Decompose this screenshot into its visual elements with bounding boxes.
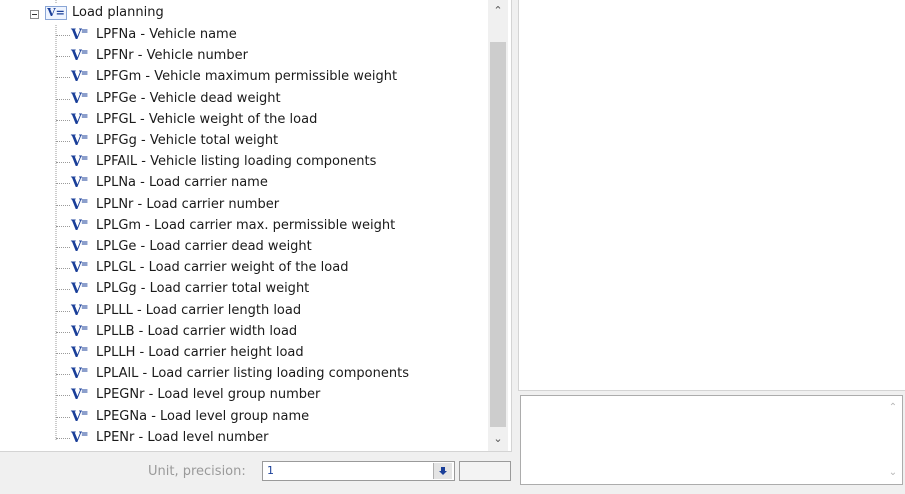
variable-icon: V=: [71, 387, 89, 404]
tree-item[interactable]: V= LPFGg - Vehicle total weight: [0, 131, 480, 152]
tree-item[interactable]: V= LPLGg - Load carrier total weight: [0, 279, 480, 300]
tree-connector: [56, 437, 70, 439]
tree-item-label: LPLNr - Load carrier number: [96, 196, 280, 212]
tree-item[interactable]: V= LPFNr - Vehicle number: [0, 46, 480, 67]
tree-item-label: LPFGe - Vehicle dead weight: [96, 90, 281, 106]
scroll-up-icon[interactable]: ⌃: [884, 402, 902, 413]
tree-item[interactable]: V= LPLNr - Load carrier number: [0, 195, 480, 216]
tree-connector: [56, 204, 70, 206]
variable-icon: V=: [71, 196, 89, 213]
variable-tree: V= Load planning V= LPFNa - Vehicle name V…: [0, 0, 512, 452]
tree-item-label: LPLLL - Load carrier length load: [96, 302, 302, 318]
variable-icon: V=: [71, 69, 89, 86]
tree-connector: [56, 141, 70, 142]
tree-root-label[interactable]: Load planning: [72, 5, 164, 20]
tree-connector: [56, 268, 70, 270]
variable-icon: V=: [71, 239, 89, 255]
variable-icon: V=: [71, 133, 89, 149]
tree-item-label: LPLGm - Load carrier max. permissible we…: [96, 217, 396, 233]
tree-connector: [56, 162, 70, 164]
tree-connector: [56, 289, 70, 291]
tree-item-label: LPLGL - Load carrier weight of the load: [96, 260, 349, 276]
variable-icon: V=: [71, 27, 89, 43]
tree-item-label: LPFGg - Vehicle total weight: [96, 133, 279, 148]
tree-item-label: LPEGNa - Load level group name: [96, 408, 310, 424]
tree-item[interactable]: V= LPLLH - Load carrier height load: [0, 343, 480, 364]
variable-icon: V=: [71, 302, 89, 319]
unit-select[interactable]: 1: [262, 461, 455, 481]
tree-item[interactable]: V= LPFGe - Vehicle dead weight: [0, 89, 480, 110]
variable-icon: V=: [71, 429, 89, 446]
tree-item-label: LPENr - Load level number: [96, 429, 269, 445]
tree-connector: [56, 77, 70, 79]
tree-connector: [56, 119, 70, 121]
tree-item[interactable]: V= LPEGNr - Load level group number: [0, 385, 480, 406]
dropdown-arrow-icon[interactable]: [433, 463, 452, 479]
tree-connector: [56, 56, 70, 58]
tree-item[interactable]: V= LPFGm - Vehicle maximum permissible we…: [0, 67, 480, 88]
tree-item[interactable]: V= LPLLL - Load carrier length load: [0, 301, 480, 322]
collapse-toggle[interactable]: [30, 10, 39, 19]
tree-item-label: LPLGg - Load carrier total weight: [96, 281, 310, 297]
variable-icon: V=: [71, 281, 89, 298]
variable-icon: V=: [71, 345, 89, 361]
variable-icon: V=: [71, 217, 89, 234]
variable-icon: V=: [71, 90, 89, 107]
tree-item[interactable]: V= LPEGNa - Load level group name: [0, 407, 480, 428]
unit-select-value: 1: [267, 464, 274, 477]
tree-item[interactable]: V= LPFGL - Vehicle weight of the load: [0, 110, 480, 131]
scrollbar-thumb[interactable]: [490, 42, 506, 427]
tree-connector: [56, 225, 70, 227]
tree-item-label: LPFGm - Vehicle maximum permissible weig…: [96, 69, 398, 85]
tree-connector: [56, 247, 70, 248]
unit-precision-label: Unit, precision:: [148, 464, 246, 479]
tree-item-label: LPLLB - Load carrier width load: [96, 323, 298, 339]
variable-icon: V=: [71, 408, 89, 425]
tree-connector: [56, 374, 70, 376]
variable-icon: V=: [71, 260, 89, 277]
variable-icon: V=: [71, 48, 89, 65]
tree-item-label: LPLGe - Load carrier dead weight: [96, 239, 312, 254]
tree-item-label: LPFAlL - Vehicle listing loading compone…: [96, 154, 377, 170]
tree-connector: [56, 331, 70, 333]
tree-item[interactable]: V= LPLAlL - Load carrier listing loading …: [0, 364, 480, 385]
tree-item-label: LPEGNr - Load level group number: [96, 387, 321, 403]
tree-item[interactable]: V= LPLLB - Load carrier width load: [0, 322, 480, 343]
tree-connector: [56, 416, 70, 418]
tree-item-label: LPFNr - Vehicle number: [96, 48, 248, 64]
tree-item-label: LPLAlL - Load carrier listing loading co…: [96, 366, 409, 382]
tree-item-label: LPFGL - Vehicle weight of the load: [96, 111, 318, 127]
tree-connector: [56, 35, 70, 36]
variable-icon: V=: [71, 366, 89, 383]
tree-connector: [56, 310, 70, 312]
tree-item[interactable]: V= LPENr - Load level number: [0, 428, 480, 449]
tree-item[interactable]: V= LPLGL - Load carrier weight of the loa…: [0, 258, 480, 279]
variable-group-icon: V=: [45, 6, 67, 20]
description-textarea[interactable]: ⌃ ⌄: [520, 395, 903, 485]
variable-icon: V=: [71, 323, 89, 340]
variable-icon: V=: [71, 175, 89, 192]
precision-input[interactable]: [459, 461, 511, 481]
tree-scrollbar[interactable]: ⌃ ⌄: [488, 0, 508, 451]
tree-item-label: LPFNa - Vehicle name: [96, 27, 237, 42]
tree-item[interactable]: V= LPLGe - Load carrier dead weight: [0, 237, 480, 258]
scroll-down-icon[interactable]: ⌄: [884, 467, 902, 478]
variable-icon: V=: [71, 154, 89, 171]
tree-connector: [56, 98, 70, 100]
scroll-down-icon[interactable]: ⌄: [488, 430, 508, 448]
preview-panel: [518, 0, 905, 391]
tree-item[interactable]: V= LPLNa - Load carrier name: [0, 173, 480, 194]
variable-icon: V=: [71, 111, 89, 128]
tree-item-label: LPLLH - Load carrier height load: [96, 345, 304, 360]
tree-item[interactable]: V= LPLGm - Load carrier max. permissible …: [0, 216, 480, 237]
tree-item-label: LPLNa - Load carrier name: [96, 175, 268, 191]
tree-item[interactable]: V= LPFAlL - Vehicle listing loading compo…: [0, 152, 480, 173]
description-scrollbar[interactable]: ⌃ ⌄: [884, 396, 902, 484]
tree-connector: [56, 353, 70, 354]
tree-connector: [56, 395, 70, 397]
tree-connector: [56, 183, 70, 185]
tree-item[interactable]: V= LPFNa - Vehicle name: [0, 25, 480, 46]
scroll-up-icon[interactable]: ⌃: [488, 2, 508, 20]
